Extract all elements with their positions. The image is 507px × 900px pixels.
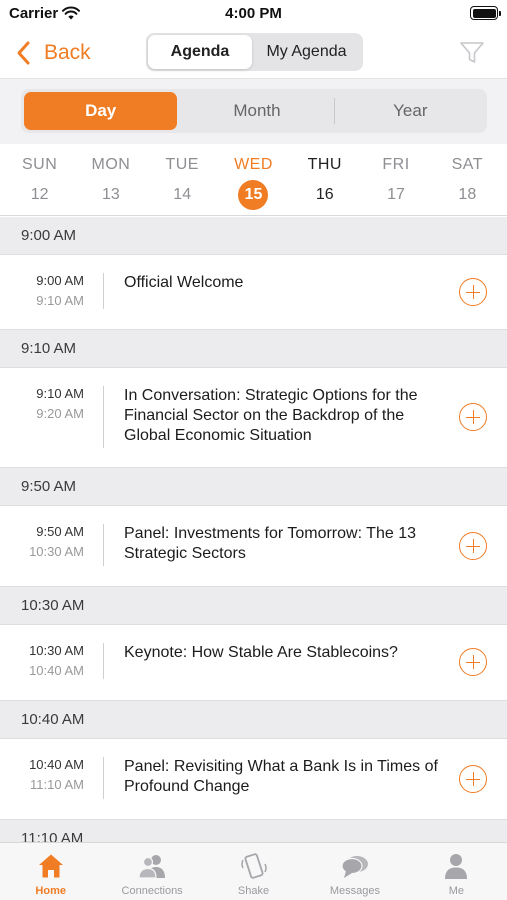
time-divider (103, 643, 104, 679)
time-divider (103, 524, 104, 566)
tab-my-agenda[interactable]: My Agenda (252, 35, 361, 69)
tab-agenda[interactable]: Agenda (148, 35, 252, 69)
day-sat[interactable]: SAT 18 (432, 144, 503, 215)
tab-messages[interactable]: Messages (304, 843, 405, 900)
range-selector-bar: Day Month Year (0, 78, 507, 144)
back-label: Back (44, 41, 91, 64)
session-title: In Conversation: Strategic Options for t… (124, 387, 418, 444)
session-start: 9:50 AM (36, 524, 84, 539)
day-name: THU (307, 156, 342, 173)
session-row[interactable]: 9:10 AM 9:20 AM In Conversation: Strateg… (0, 368, 507, 468)
tab-label: Me (448, 885, 464, 897)
session-start: 10:30 AM (29, 643, 84, 658)
tab-label: Messages (329, 885, 380, 897)
back-button[interactable]: Back (14, 36, 91, 70)
add-to-agenda-icon[interactable] (459, 403, 487, 431)
section-header: 10:30 AM (0, 587, 507, 625)
day-wed-selected[interactable]: WED 15 (218, 144, 289, 215)
session-start: 10:40 AM (29, 757, 84, 772)
time-divider (103, 273, 104, 309)
session-row[interactable]: 10:40 AM 11:10 AM Panel: Revisiting What… (0, 739, 507, 820)
day-date: 15 (238, 180, 269, 210)
time-divider (103, 386, 104, 448)
day-fri[interactable]: FRI 17 (360, 144, 431, 215)
day-date: 13 (102, 186, 120, 203)
agenda-list[interactable]: 9:00 AM 9:00 AM 9:10 AM Official Welcome… (0, 217, 507, 842)
section-header: 11:10 AM (0, 820, 507, 842)
tab-connections[interactable]: Connections (101, 843, 202, 900)
week-strip: SUN 12 MON 13 TUE 14 WED 15 THU 16 FRI 1… (0, 144, 507, 216)
day-name: SAT (451, 156, 484, 173)
session-row[interactable]: 10:30 AM 10:40 AM Keynote: How Stable Ar… (0, 625, 507, 701)
day-date: 12 (30, 186, 49, 203)
messages-icon (341, 856, 368, 878)
status-bar: Carrier 4:00 PM (0, 0, 507, 28)
range-day[interactable]: Day (24, 92, 178, 130)
tab-shake[interactable]: Shake (203, 843, 304, 900)
tab-label: Home (35, 885, 66, 897)
day-sun[interactable]: SUN 12 (4, 144, 75, 215)
add-to-agenda-icon[interactable] (459, 765, 487, 793)
day-date: 16 (315, 186, 334, 203)
chevron-left-icon (17, 41, 30, 65)
session-times: 9:00 AM 9:10 AM (0, 273, 84, 308)
home-icon (38, 854, 63, 878)
session-start: 9:00 AM (36, 273, 84, 288)
nav-bar: Back Agenda My Agenda (0, 28, 507, 78)
range-year[interactable]: Year (333, 89, 487, 133)
range-month[interactable]: Month (180, 89, 333, 133)
day-name: TUE (165, 156, 199, 173)
filter-icon[interactable] (459, 40, 485, 66)
section-header: 9:00 AM (0, 217, 507, 255)
agenda-segmented-control: Agenda My Agenda (146, 33, 363, 71)
battery-icon (470, 6, 501, 20)
time-divider (103, 757, 104, 799)
section-header: 9:10 AM (0, 330, 507, 368)
day-name: SUN (22, 156, 58, 173)
session-end: 9:10 AM (36, 293, 84, 308)
tab-me[interactable]: Me (406, 843, 507, 900)
section-header: 9:50 AM (0, 468, 507, 506)
day-date: 14 (173, 186, 192, 203)
session-times: 9:50 AM 10:30 AM (0, 524, 84, 559)
day-date: 17 (387, 186, 405, 203)
day-name: WED (234, 156, 273, 173)
tab-bar: Home Connections Shake Messages Me (0, 842, 507, 900)
session-row[interactable]: 9:00 AM 9:10 AM Official Welcome (0, 255, 507, 330)
me-icon (445, 854, 468, 879)
session-title: Panel: Investments for Tomorrow: The 13 … (124, 525, 416, 562)
add-to-agenda-icon[interactable] (459, 648, 487, 676)
session-times: 10:40 AM 11:10 AM (0, 757, 84, 792)
tab-home[interactable]: Home (0, 843, 101, 900)
status-time: 4:00 PM (225, 5, 282, 22)
tab-label: Connections (121, 885, 183, 897)
tab-label: Shake (237, 885, 270, 897)
session-end: 10:30 AM (29, 544, 84, 559)
day-tue[interactable]: TUE 14 (147, 144, 218, 215)
session-end: 11:10 AM (30, 777, 84, 792)
session-title: Keynote: How Stable Are Stablecoins? (124, 644, 398, 661)
session-end: 9:20 AM (36, 406, 84, 421)
add-to-agenda-icon[interactable] (459, 532, 487, 560)
session-times: 9:10 AM 9:20 AM (0, 386, 84, 421)
range-segmented-control: Day Month Year (21, 89, 487, 133)
session-start: 9:10 AM (36, 386, 84, 401)
day-name: FRI (382, 156, 410, 173)
session-end: 10:40 AM (29, 663, 84, 678)
section-header: 10:40 AM (0, 701, 507, 739)
session-title: Panel: Revisiting What a Bank Is in Time… (124, 758, 438, 795)
session-title: Official Welcome (124, 274, 244, 291)
day-date: 18 (458, 186, 477, 203)
day-name: MON (91, 156, 131, 173)
day-mon[interactable]: MON 13 (75, 144, 146, 215)
session-row[interactable]: 9:50 AM 10:30 AM Panel: Investments for … (0, 506, 507, 587)
connections-icon (138, 855, 166, 879)
day-thu[interactable]: THU 16 (289, 144, 360, 215)
shake-icon (240, 853, 267, 879)
add-to-agenda-icon[interactable] (459, 278, 487, 306)
session-times: 10:30 AM 10:40 AM (0, 643, 84, 678)
